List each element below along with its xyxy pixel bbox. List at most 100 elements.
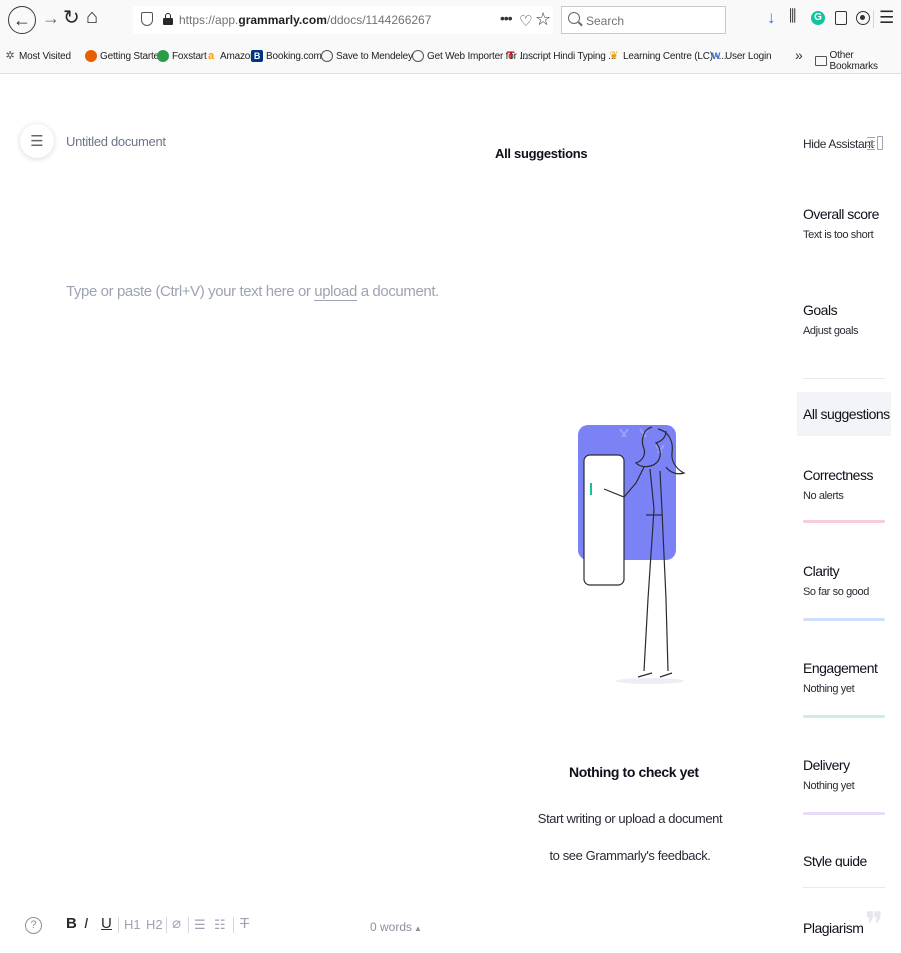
bookmark-label: Inscript Hindi Typing ...: [520, 50, 616, 62]
bookmark-amazon[interactable]: a Amazon: [205, 50, 256, 62]
reader-view-icon[interactable]: [835, 11, 847, 25]
menu-expand-icon: ☰: [30, 133, 44, 150]
grammarly-extension-icon[interactable]: G: [811, 11, 825, 25]
format-divider: [233, 917, 234, 933]
overall-score-sub: Text is too short: [803, 229, 874, 241]
empty-state-line-1: Start writing or upload a document: [537, 811, 723, 826]
heading-1-button[interactable]: H1: [124, 918, 141, 931]
toolbar-divider: [873, 10, 874, 28]
bookmarks-overflow-icon[interactable]: »: [795, 47, 803, 63]
goals-item[interactable]: Goals Adjust goals: [803, 302, 859, 337]
reload-button[interactable]: ↻: [63, 8, 80, 28]
search-bar[interactable]: Search: [561, 6, 726, 34]
browser-toolbar: ← → ↻ ⌂ https://app.grammarly.com/ddocs/…: [0, 0, 901, 40]
bullet-list-icon[interactable]: ☷: [214, 918, 226, 931]
editor-placeholder[interactable]: Type or paste (Ctrl+V) your text here or…: [66, 283, 440, 301]
folder-icon: [815, 56, 827, 66]
home-button[interactable]: ⌂: [86, 7, 98, 27]
bookmark-label: Booking.com: [266, 50, 322, 62]
back-button[interactable]: ←: [8, 6, 36, 34]
pocket-icon[interactable]: ♡: [519, 12, 532, 30]
correctness-bar: [803, 520, 885, 523]
delivery-sub: Nothing yet: [803, 780, 855, 792]
bookmark-mendeley[interactable]: Save to Mendeley: [321, 50, 413, 62]
url-text[interactable]: https://app.grammarly.com/ddocs/11442662…: [179, 13, 431, 27]
word-count[interactable]: 0 words ▲: [370, 920, 422, 934]
document-title[interactable]: Untitled document: [66, 134, 166, 149]
underline-button[interactable]: U: [101, 916, 112, 931]
home-icon: ⌂: [86, 6, 99, 28]
gear-icon: ✲: [5, 50, 15, 62]
bookmark-label: Save to Mendeley: [336, 50, 413, 62]
hide-assistant-button[interactable]: Hide Assistant: [803, 137, 874, 151]
engagement-bar: [803, 715, 885, 718]
heading-2-button[interactable]: H2: [146, 918, 163, 931]
clarity-item[interactable]: Clarity So far so good: [803, 563, 869, 598]
document-menu-button[interactable]: ☰: [20, 124, 54, 158]
library-icon[interactable]: ⫼: [789, 9, 796, 25]
correctness-item[interactable]: Correctness No alerts: [803, 467, 873, 502]
bookmark-learning-centre[interactable]: ❦ Learning Centre (LC) -...: [608, 50, 726, 62]
plagiarism-label: Plagiarism: [803, 920, 864, 936]
page-actions-icon[interactable]: •••: [500, 10, 513, 26]
bookmark-star-icon[interactable]: ☆: [535, 9, 551, 30]
empty-state-illustration: [578, 425, 686, 684]
account-icon[interactable]: [856, 11, 870, 25]
lock-icon[interactable]: [163, 13, 173, 25]
placeholder-text-end: a document.: [356, 283, 440, 300]
bookmark-booking[interactable]: B Booking.com: [251, 50, 322, 62]
bookmark-label: User Login: [725, 50, 772, 62]
globe-icon: [412, 50, 424, 62]
hamburger-menu-icon[interactable]: ☰: [879, 9, 894, 26]
clarity-bar: [803, 618, 885, 621]
bookmark-most-visited[interactable]: ✲ Most Visited: [4, 50, 71, 62]
other-bookmarks-label: Other Bookmarks: [829, 50, 878, 72]
bookmark-label: Getting Started: [100, 50, 165, 62]
correctness-label: Correctness: [803, 467, 873, 483]
bold-button[interactable]: B: [66, 916, 77, 931]
correctness-sub: No alerts: [803, 490, 844, 502]
w-icon: W: [711, 51, 721, 61]
upload-link[interactable]: upload: [314, 283, 357, 301]
arrow-right-icon: →: [42, 8, 60, 28]
link-icon[interactable]: ⌀: [172, 916, 181, 931]
sidebar-divider: [803, 887, 885, 888]
ordered-list-icon[interactable]: ☰: [194, 918, 206, 931]
bookmark-getting-started[interactable]: Getting Started: [85, 50, 164, 62]
quote-icon: ❞: [865, 905, 884, 945]
sidebar-divider: [803, 378, 885, 379]
url-bar[interactable]: https://app.grammarly.com/ddocs/11442662…: [133, 6, 553, 34]
help-icon[interactable]: ?: [25, 917, 42, 934]
all-suggestions-label[interactable]: All suggestions: [803, 406, 890, 422]
search-icon: [568, 12, 580, 24]
learning-icon: ❦: [609, 50, 619, 62]
format-divider: [118, 917, 119, 933]
bookmark-user-login[interactable]: W User Login: [710, 50, 772, 62]
clarity-label: Clarity: [803, 563, 840, 579]
engagement-sub: Nothing yet: [803, 683, 855, 695]
overall-score-item[interactable]: Overall score Text is too short: [803, 206, 879, 241]
goals-sub: Adjust goals: [803, 325, 859, 337]
inscript-icon: T: [507, 50, 515, 62]
forward-button[interactable]: →: [42, 9, 60, 27]
style-guide-item[interactable]: Style guide: [803, 853, 867, 867]
clarity-sub: So far so good: [803, 586, 869, 598]
panel-toggle-icon[interactable]: [867, 135, 883, 151]
empty-state-title: Nothing to check yet: [569, 764, 699, 780]
engagement-label: Engagement: [803, 660, 878, 676]
delivery-item[interactable]: Delivery Nothing yet: [803, 757, 855, 792]
plagiarism-item[interactable]: Plagiarism: [803, 920, 864, 936]
tracking-shield-icon[interactable]: [141, 12, 153, 26]
caret-up-icon: ▲: [414, 924, 422, 933]
foxstart-icon: [157, 50, 169, 62]
download-icon[interactable]: ↓: [767, 9, 776, 26]
italic-button[interactable]: I: [84, 916, 88, 931]
overall-score-label: Overall score: [803, 206, 879, 222]
format-divider: [188, 917, 189, 933]
other-bookmarks[interactable]: Other Bookmarks: [815, 50, 901, 72]
bookmark-inscript[interactable]: T Inscript Hindi Typing ...: [505, 50, 616, 62]
bookmark-foxstart[interactable]: Foxstart: [157, 50, 207, 62]
clear-formatting-icon[interactable]: T: [240, 916, 249, 931]
arrow-left-icon: ←: [13, 10, 31, 30]
engagement-item[interactable]: Engagement Nothing yet: [803, 660, 878, 695]
